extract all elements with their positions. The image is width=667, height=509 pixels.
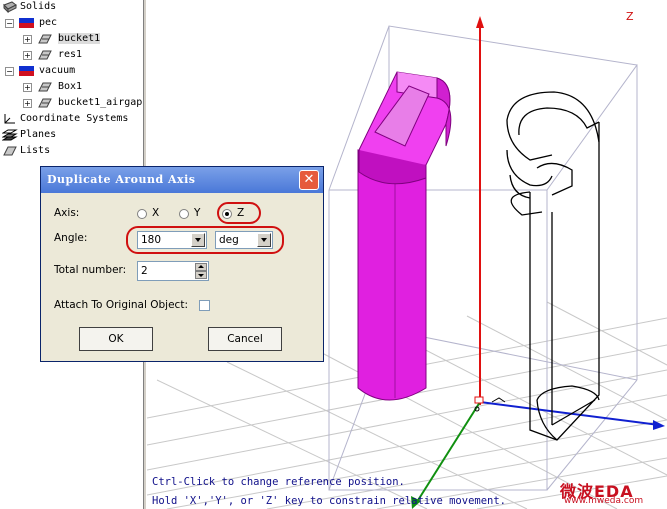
dialog-title-bar[interactable]: Duplicate Around Axis ✕ [41,167,323,193]
watermark-url: www.mweda.com [564,496,644,506]
x-axis [479,401,660,426]
tree-item-label: res1 [58,49,83,60]
z-axis-label: Z [626,10,634,23]
expand-icon[interactable]: + [23,83,32,92]
expand-icon[interactable]: + [23,99,32,108]
axis-label: Axis: [54,207,80,219]
highlight-annotation [217,202,261,224]
object-icon [38,82,52,92]
axis-radio-x[interactable] [137,209,147,219]
duplicate-around-axis-dialog: Duplicate Around Axis ✕ Axis: X Y Z Angl… [40,166,324,362]
spin-down-icon[interactable] [195,271,207,279]
object-icon [38,98,52,108]
angle-label: Angle: [54,232,88,244]
tree-item-label: bucket1_airgap [58,97,143,108]
close-button[interactable]: ✕ [299,170,319,190]
spin-up-icon[interactable] [195,263,207,271]
ok-button[interactable]: OK [79,327,153,351]
tree-item-label: pec [39,17,58,28]
cancel-button[interactable]: Cancel [208,327,282,351]
total-number-label: Total number: [54,264,127,276]
axis-radio-y[interactable] [179,209,189,219]
total-number-stepper[interactable]: 2 [137,261,209,281]
material-icon [19,66,34,76]
object-icon [38,34,52,44]
object-icon [38,50,52,60]
z-axis-arrow-icon [476,16,484,28]
axis-radio-y-label: Y [194,207,201,219]
close-icon: ✕ [303,172,315,187]
tree-item-label: Lists [20,145,51,156]
tree-item-label: Planes [20,129,57,140]
attach-label: Attach To Original Object: [54,299,188,311]
tree-item-label: Solids [20,1,57,12]
expand-icon[interactable]: + [23,35,32,44]
lists-icon [3,146,17,156]
collapse-icon[interactable]: − [5,19,14,28]
tree-item-vacuum[interactable]: vacuum [18,64,75,78]
duplicated-bucket-wireframe [506,91,600,441]
collapse-icon[interactable]: − [5,67,14,76]
tree-item-bucket1-airgap[interactable]: bucket1_airgap [37,96,142,110]
axis-radio-x-label: X [152,207,160,219]
bucket1-solid [357,71,452,401]
material-icon [19,18,34,28]
tree-item-coordinate-systems[interactable]: Coordinate Systems [2,112,128,126]
dialog-title: Duplicate Around Axis [47,173,196,186]
solid-icon [3,1,17,13]
tree-item-label: Box1 [58,81,83,92]
attach-checkbox[interactable] [199,300,210,311]
tree-item-res1[interactable]: res1 [37,48,82,62]
tree-item-label: bucket1 [58,33,101,44]
tree-item-label: vacuum [39,65,76,76]
highlight-annotation [126,226,284,254]
coordinate-system-icon [4,114,15,124]
tree-item-bucket1[interactable]: bucket1 [37,32,101,46]
tree-item-planes[interactable]: Planes [2,128,56,142]
expand-icon[interactable]: + [23,51,32,60]
tree-item-solids[interactable]: Solids [2,0,56,14]
tree-item-label: Coordinate Systems [20,113,129,124]
planes-icon [2,129,18,141]
watermark: 微波EDA www.mweda.com [560,478,665,508]
status-hint-line-1: Ctrl-Click to change reference position. [152,476,405,488]
tree-item-lists[interactable]: Lists [2,144,50,158]
total-number-value: 2 [141,265,148,277]
tree-item-box1[interactable]: Box1 [37,80,82,94]
tree-item-pec[interactable]: pec [18,16,57,30]
status-hint-line-2: Hold 'X','Y', or 'Z' key to constrain re… [152,495,507,507]
